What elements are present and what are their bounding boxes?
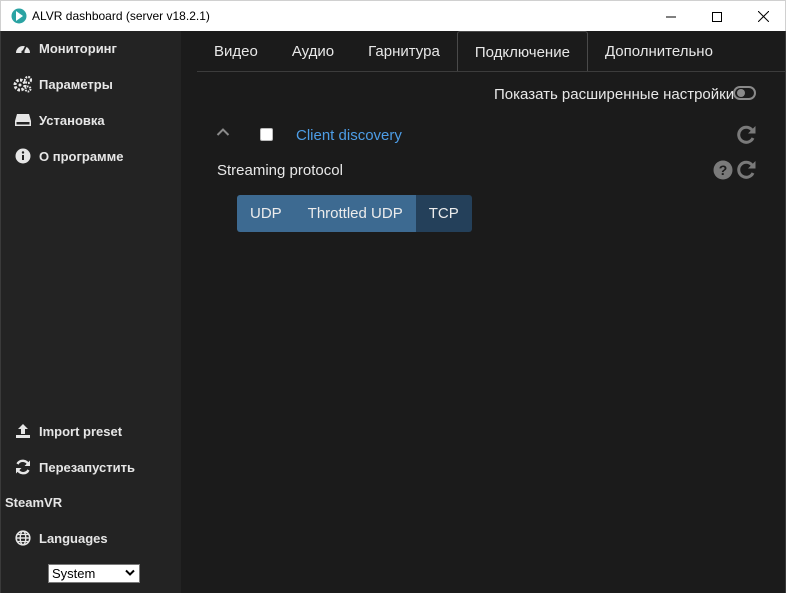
language-select-value: System: [52, 566, 96, 581]
help-icon[interactable]: ?: [713, 160, 733, 180]
streaming-protocol-selector: UDP Throttled UDP TCP: [237, 195, 472, 232]
tab-connection[interactable]: Подключение: [456, 31, 588, 72]
tab-label: Гарнитура: [368, 43, 440, 60]
tab-label: Дополнительно: [604, 43, 713, 60]
restart-label: Перезапустить: [39, 459, 135, 475]
title-bar: ALVR dashboard (server v18.2.1): [0, 0, 786, 31]
streaming-protocol-label: Streaming protocol: [217, 162, 343, 179]
gauge-icon: [13, 39, 33, 57]
tab-divider: [197, 71, 786, 72]
tab-label: Подключение: [474, 43, 570, 61]
sidebar-item-installation[interactable]: Установка: [1, 105, 181, 135]
languages-label-row: Languages: [1, 523, 181, 553]
tab-label: Аудио: [291, 43, 335, 60]
sidebar-item-monitoring[interactable]: Мониторинг: [1, 33, 181, 63]
maximize-button[interactable]: [694, 1, 740, 32]
language-select[interactable]: System: [48, 564, 140, 583]
tab-label: Видео: [214, 43, 258, 60]
protocol-option-udp[interactable]: UDP: [237, 195, 295, 232]
tab-advanced[interactable]: Дополнительно: [588, 31, 730, 72]
globe-icon: [13, 529, 33, 547]
maximize-icon: [712, 11, 722, 22]
sidebar-item-label: Мониторинг: [39, 40, 117, 56]
sidebar-item-about[interactable]: О программе: [1, 141, 181, 171]
protocol-option-throttled-udp[interactable]: Throttled UDP: [294, 195, 416, 232]
app-body: Мониторинг Параметры Установка О програм…: [0, 31, 786, 593]
restart-steamvr-button[interactable]: Перезапустить: [1, 452, 181, 482]
alvr-logo-icon: [11, 8, 27, 24]
gears-icon: [13, 75, 33, 93]
close-icon: [757, 11, 769, 22]
info-icon: [13, 147, 33, 165]
upload-icon: [13, 422, 33, 440]
protocol-option-tcp[interactable]: TCP: [415, 195, 472, 232]
minimize-button[interactable]: [648, 1, 694, 32]
window-title: ALVR dashboard (server v18.2.1): [32, 9, 210, 23]
languages-label: Languages: [39, 530, 108, 546]
client-discovery-checkbox[interactable]: [260, 128, 273, 141]
sidebar-item-label: О программе: [39, 148, 124, 164]
tab-audio[interactable]: Аудио: [275, 31, 351, 72]
client-discovery-link[interactable]: Client discovery: [296, 127, 402, 144]
restart-icon: [13, 458, 33, 476]
sidebar-item-label: Установка: [39, 112, 105, 128]
reset-icon[interactable]: [735, 124, 757, 146]
sidebar-item-label: Параметры: [39, 76, 113, 92]
import-preset-button[interactable]: Import preset: [1, 416, 181, 446]
sidebar: Мониторинг Параметры Установка О програм…: [1, 31, 181, 593]
close-button[interactable]: [740, 1, 786, 32]
sidebar-item-settings[interactable]: Параметры: [1, 69, 181, 99]
chevron-down-icon: [125, 569, 135, 576]
minimize-icon: [666, 16, 676, 17]
collapse-chevron-icon[interactable]: [216, 127, 230, 137]
tab-headset[interactable]: Гарнитура: [351, 31, 457, 72]
tab-video[interactable]: Видео: [197, 31, 275, 72]
steamvr-label: SteamVR: [5, 495, 63, 510]
reset-icon[interactable]: [735, 159, 757, 181]
svg-text:?: ?: [719, 162, 728, 178]
tab-bar: Видео Аудио Гарнитура Подключение Дополн…: [197, 31, 730, 72]
show-advanced-label: Показать расширенные настройки: [494, 86, 735, 103]
hdd-icon: [13, 111, 33, 129]
import-preset-label: Import preset: [39, 423, 123, 439]
show-advanced-toggle[interactable]: [733, 85, 757, 101]
